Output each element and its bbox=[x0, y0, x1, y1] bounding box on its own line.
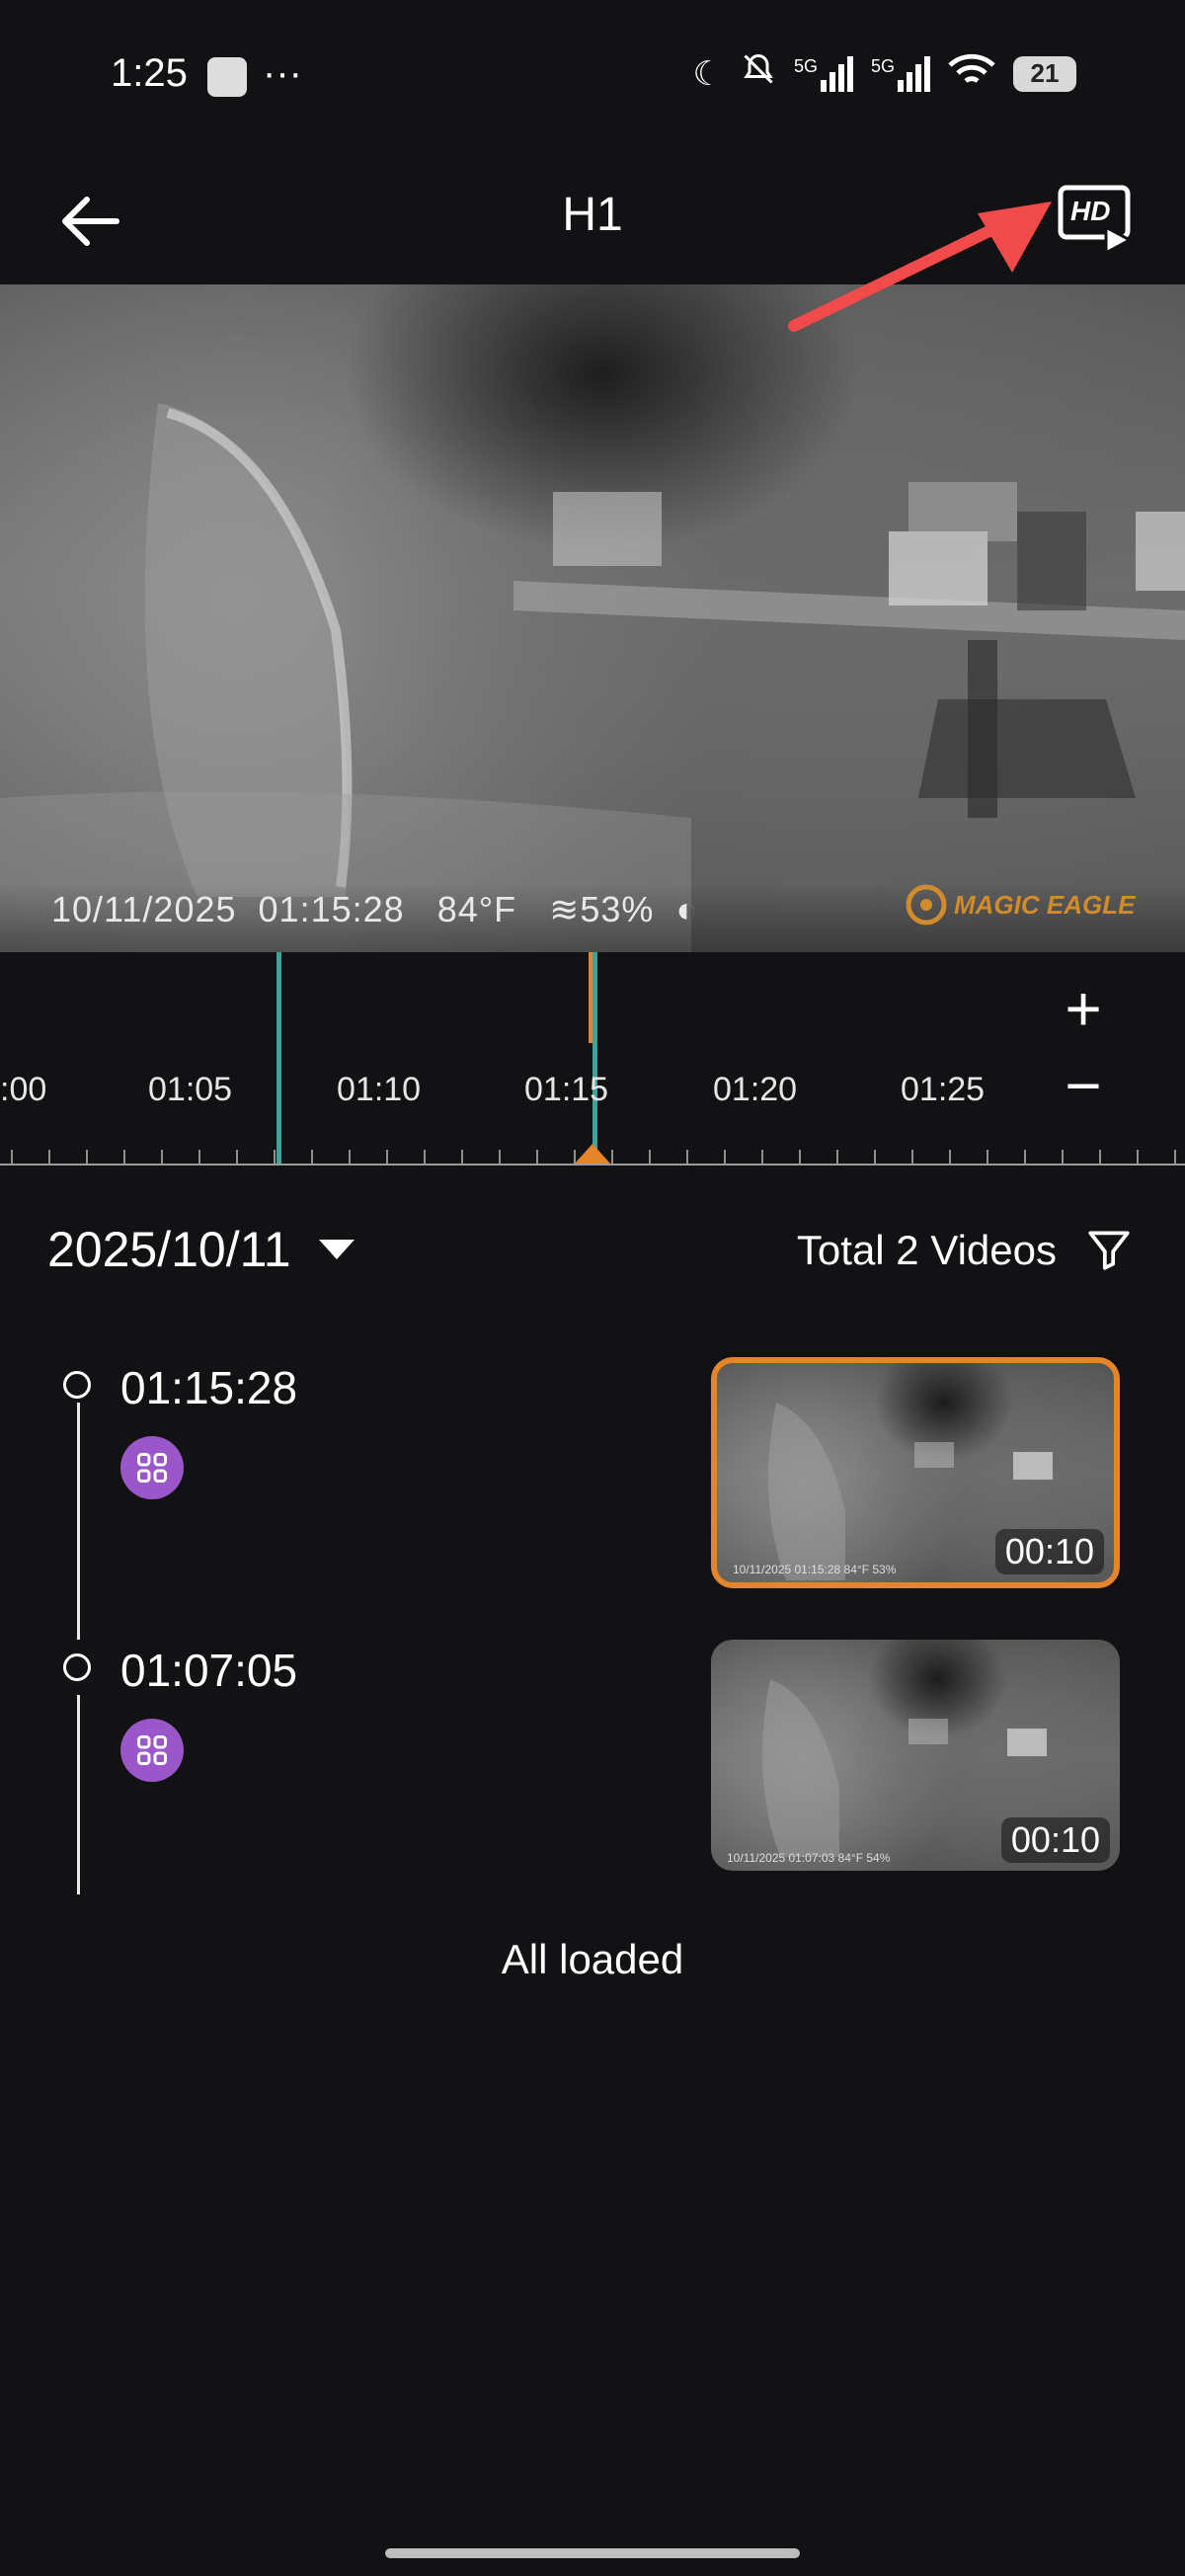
zoom-in-button[interactable]: + bbox=[1049, 972, 1118, 1045]
grid-app-icon bbox=[137, 1453, 167, 1483]
signal-2-label: 5G bbox=[870, 55, 895, 76]
app-notification-icon bbox=[207, 57, 247, 97]
more-notifications-icon: ··· bbox=[263, 51, 302, 95]
signal-1-label: 5G bbox=[793, 55, 818, 76]
brand-logo-icon bbox=[906, 884, 947, 926]
hd-label: HD bbox=[1070, 196, 1111, 226]
event-type-badge bbox=[120, 1719, 184, 1782]
total-videos-count: Total 2 Videos bbox=[796, 1227, 1057, 1273]
battery-icon: 21 bbox=[1013, 55, 1076, 92]
timeline-label: 01:15 bbox=[524, 1071, 609, 1108]
all-loaded-text: All loaded bbox=[501, 1936, 684, 1982]
osd-humidity: 53% bbox=[580, 889, 655, 929]
signal-5g-icon: 5G bbox=[793, 55, 853, 92]
silent-bell-icon bbox=[741, 51, 776, 96]
timeline-line bbox=[77, 1695, 80, 1894]
timeline-label: :00 bbox=[0, 1071, 47, 1108]
filter-icon bbox=[1088, 1231, 1130, 1270]
video-thumbnail[interactable]: 10/11/2025 01:15:28 84°F 53% 00:10 bbox=[711, 1357, 1120, 1588]
selected-date: 2025/10/11 bbox=[47, 1222, 291, 1277]
date-selector[interactable]: 2025/10/11 bbox=[47, 1221, 356, 1278]
playhead-triangle[interactable] bbox=[575, 1144, 610, 1164]
osd-time: 01:15:28 bbox=[258, 889, 405, 929]
video-duration: 00:10 bbox=[1000, 1817, 1110, 1863]
video-osd: 10/11/2025 01:15:28 84°F ≋53% ◐ bbox=[51, 889, 698, 930]
video-duration: 00:10 bbox=[994, 1529, 1104, 1574]
timeline-scrubber[interactable]: :00 01:05 01:10 01:15 01:20 01:25 + − bbox=[0, 952, 1185, 1169]
video-player[interactable]: 10/11/2025 01:15:28 84°F ≋53% ◐ MAGIC EA… bbox=[0, 284, 1185, 952]
zoom-out-button[interactable]: − bbox=[1049, 1049, 1118, 1122]
humidity-icon: ≋ bbox=[549, 889, 581, 929]
timeline-dot bbox=[63, 1371, 91, 1399]
brand-watermark: MAGIC EAGLE bbox=[905, 883, 1135, 926]
grid-app-icon bbox=[137, 1735, 167, 1765]
timeline-dot bbox=[63, 1653, 91, 1681]
timeline-line bbox=[77, 1403, 80, 1640]
do-not-disturb-moon-icon: ☾ bbox=[692, 54, 723, 93]
thumbnail-osd: 10/11/2025 01:15:28 84°F 53% bbox=[733, 1563, 897, 1576]
timeline-label: 01:20 bbox=[713, 1071, 798, 1108]
timeline-track bbox=[11, 952, 1176, 1164]
wifi-icon bbox=[948, 53, 995, 94]
thumbnail-osd: 10/11/2025 01:07:03 84°F 54% bbox=[727, 1851, 891, 1865]
status-icons: ☾ 5G 5G 21 bbox=[692, 51, 1076, 96]
filter-button[interactable] bbox=[1084, 1225, 1134, 1274]
video-frame-scene bbox=[0, 403, 1185, 952]
status-time: 1:25 bbox=[111, 51, 188, 95]
home-indicator[interactable] bbox=[385, 2548, 800, 2558]
event-time[interactable]: 01:15:28 bbox=[120, 1361, 297, 1414]
night-mode-icon: ◐ bbox=[675, 889, 699, 929]
annotation-arrow bbox=[788, 201, 1052, 332]
osd-date: 10/11/2025 bbox=[51, 889, 237, 929]
event-marker bbox=[592, 952, 597, 1164]
video-thumbnail[interactable]: 10/11/2025 01:07:03 84°F 54% 00:10 bbox=[711, 1640, 1120, 1871]
timeline-label: 01:25 bbox=[901, 1071, 986, 1108]
event-time[interactable]: 01:07:05 bbox=[120, 1644, 297, 1697]
event-marker bbox=[276, 952, 281, 1164]
timeline-label: 01:05 bbox=[148, 1071, 233, 1108]
playhead-line bbox=[589, 952, 592, 1043]
osd-temp: 84°F bbox=[436, 889, 517, 929]
timeline-label: 01:10 bbox=[337, 1071, 422, 1108]
event-type-badge bbox=[120, 1436, 184, 1499]
timeline-baseline bbox=[0, 1164, 1185, 1166]
brand-name: MAGIC EAGLE bbox=[954, 889, 1136, 920]
caret-down-icon bbox=[318, 1240, 355, 1259]
signal-5g-icon-2: 5G bbox=[870, 55, 930, 92]
